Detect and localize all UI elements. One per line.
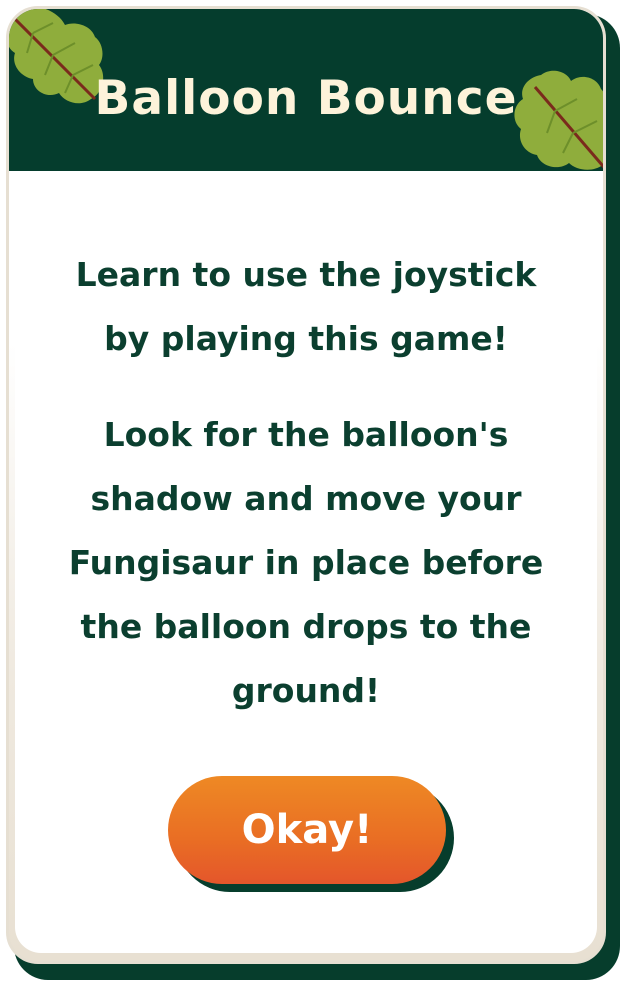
instruction-text-joystick: Learn to use the joystick by playing thi… [75, 255, 537, 358]
game-screen: Balloon Bounce Learn to use the joystick… [0, 0, 624, 982]
okay-button[interactable]: Okay! [168, 776, 446, 884]
leaf-icon [514, 70, 603, 170]
dialog-header: Balloon Bounce [9, 9, 603, 171]
instruction-text-shadow: Look for the balloon's shadow and move y… [68, 415, 544, 710]
